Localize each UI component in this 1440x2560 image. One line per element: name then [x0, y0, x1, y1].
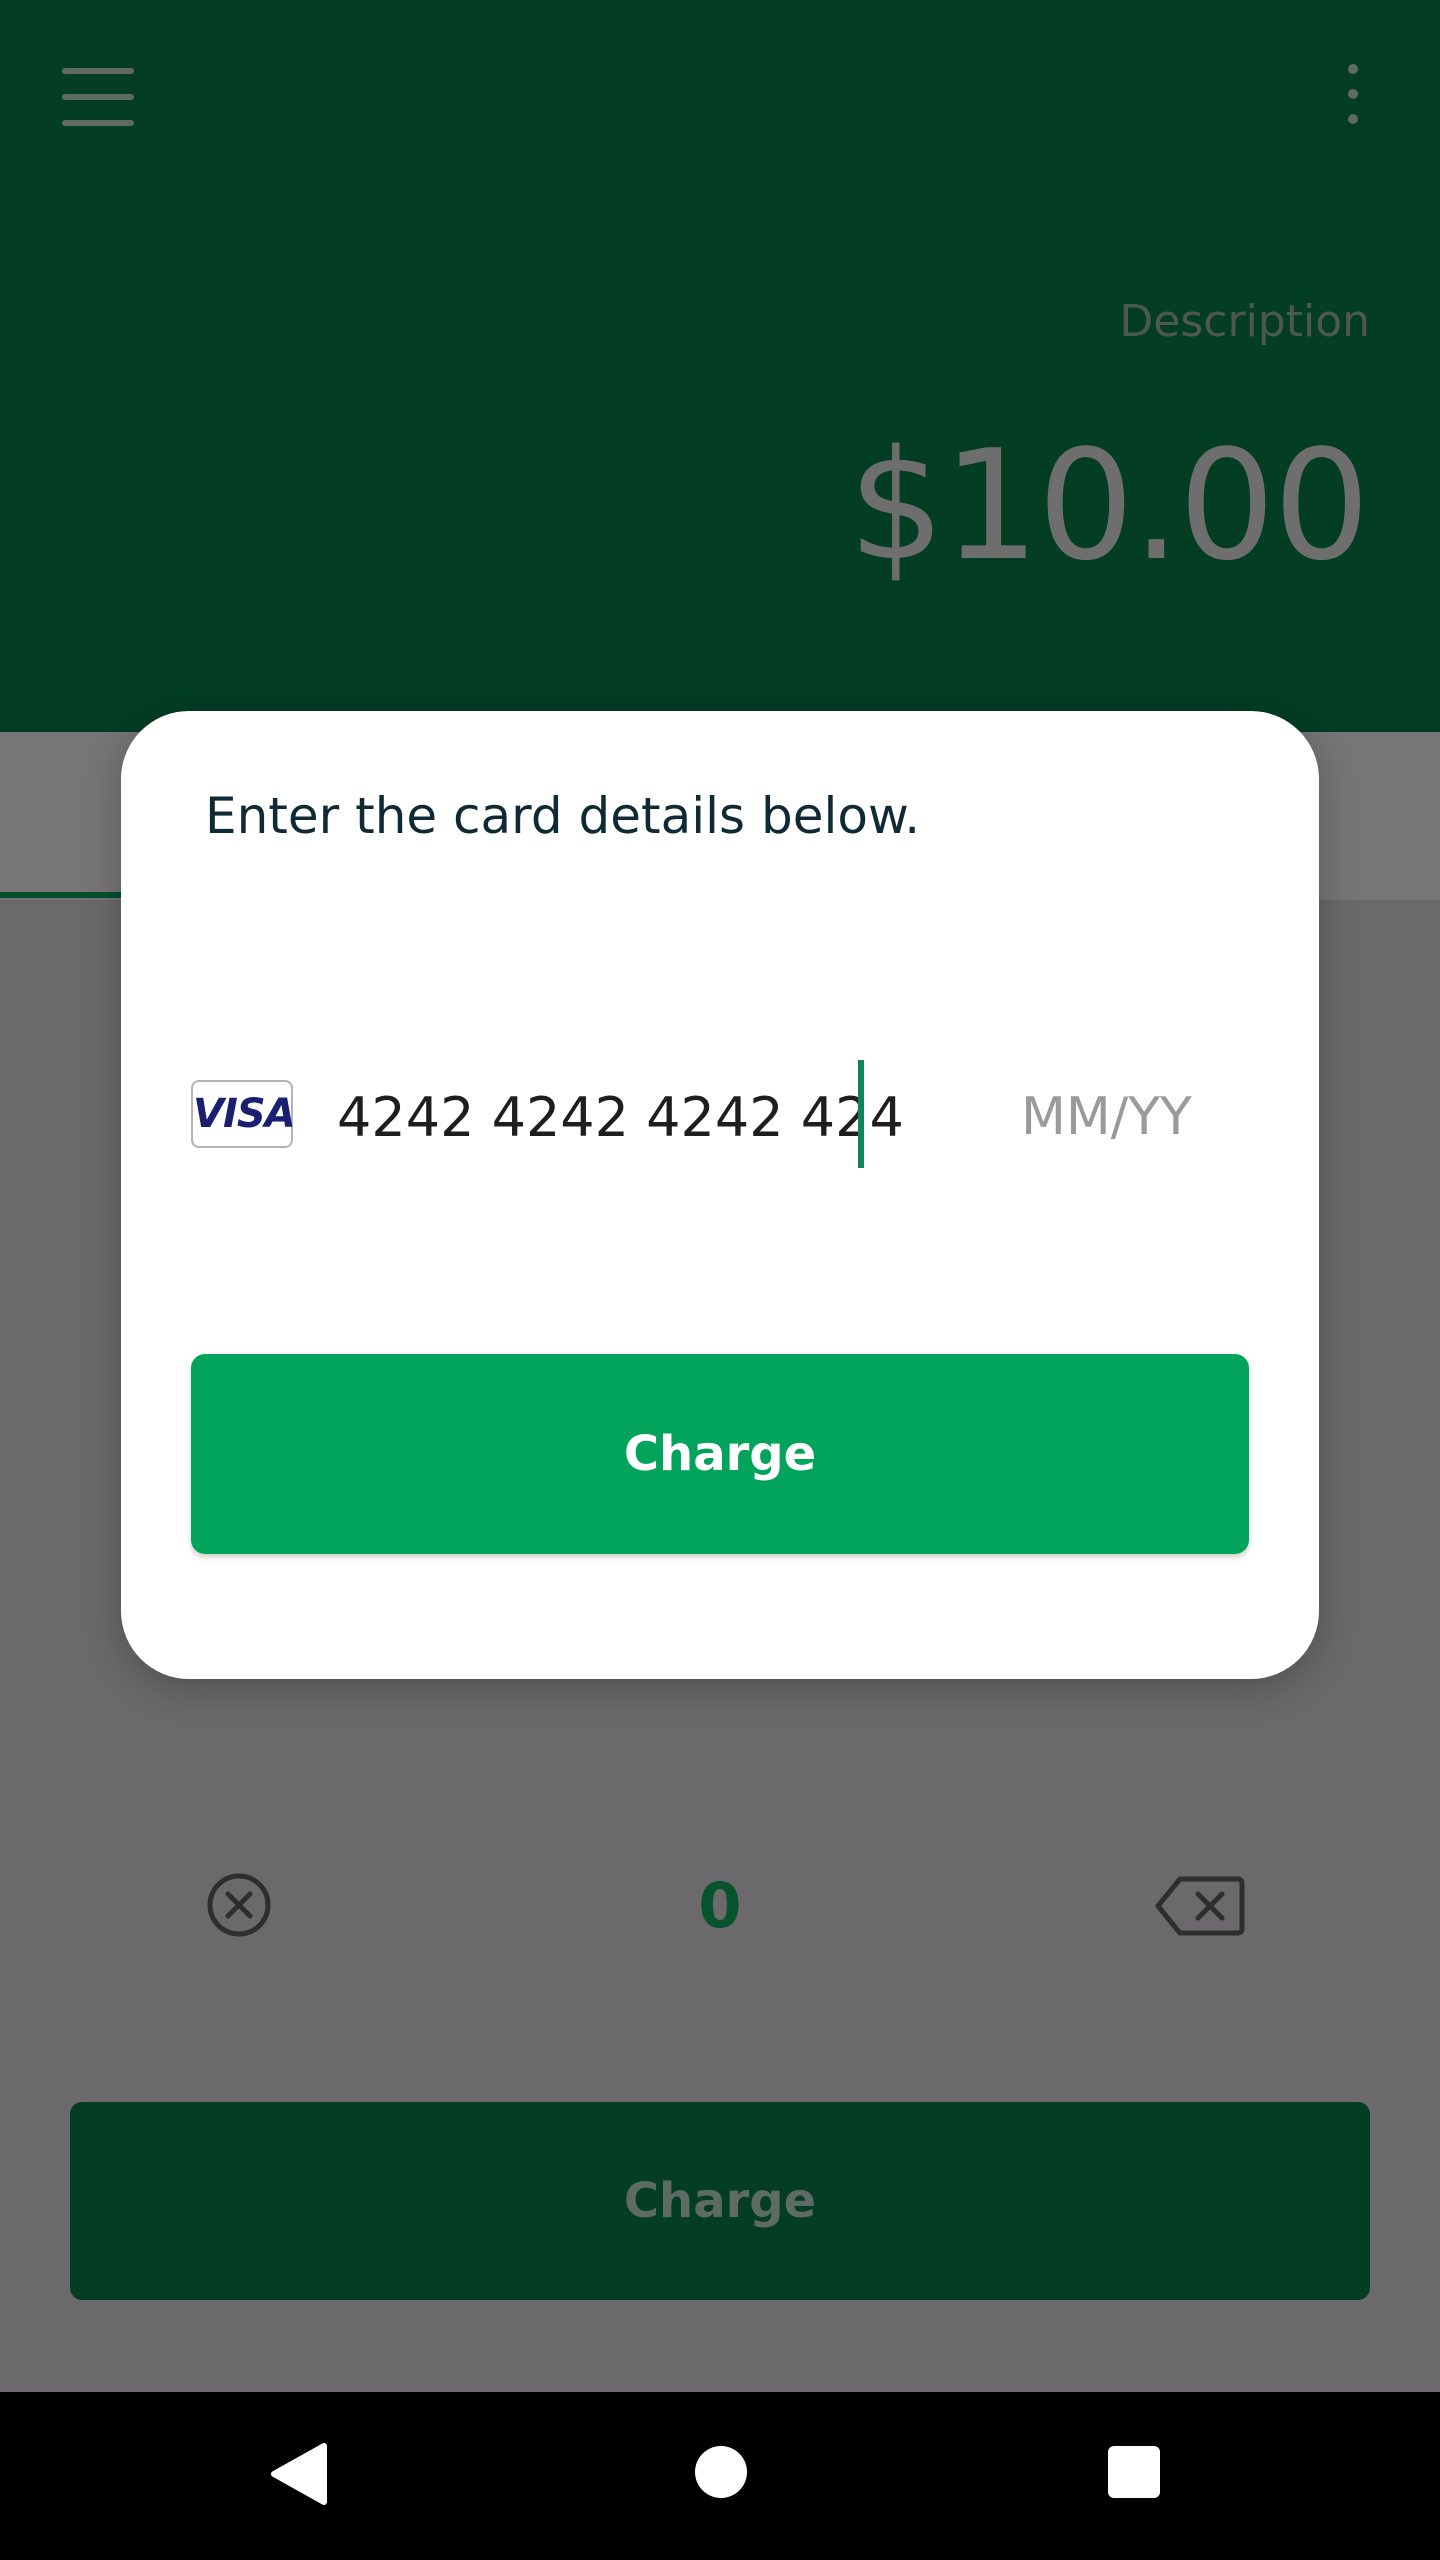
clear-circle-icon[interactable]: [206, 1872, 272, 1938]
card-number-input[interactable]: [337, 1063, 987, 1171]
visa-card-brand-icon: VISA: [191, 1080, 296, 1148]
amount-display: $10.00: [848, 417, 1370, 594]
text-cursor: [858, 1060, 864, 1168]
home-circle-icon[interactable]: [695, 2446, 747, 2498]
more-vertical-icon[interactable]: [1343, 64, 1363, 136]
charge-button-dialog[interactable]: Charge: [191, 1354, 1249, 1554]
system-navigation-bar: [0, 2392, 1440, 2560]
keypad-zero-key[interactable]: 0: [620, 1866, 820, 1946]
app-header: Description $10.00: [0, 0, 1440, 732]
hamburger-menu-icon[interactable]: [62, 68, 134, 126]
dialog-title: Enter the card details below.: [205, 787, 921, 845]
backspace-icon[interactable]: [1154, 1874, 1246, 1938]
keypad-bottom-row: 0: [0, 1866, 1440, 1946]
card-details-dialog: Enter the card details below. VISA Charg…: [121, 711, 1319, 1679]
charge-button-main[interactable]: Charge: [70, 2102, 1370, 2300]
description-field[interactable]: Description: [1119, 296, 1370, 347]
back-triangle-icon[interactable]: [268, 2442, 328, 2506]
recents-square-icon[interactable]: [1108, 2446, 1160, 2498]
expiry-date-input[interactable]: [1021, 1063, 1271, 1171]
